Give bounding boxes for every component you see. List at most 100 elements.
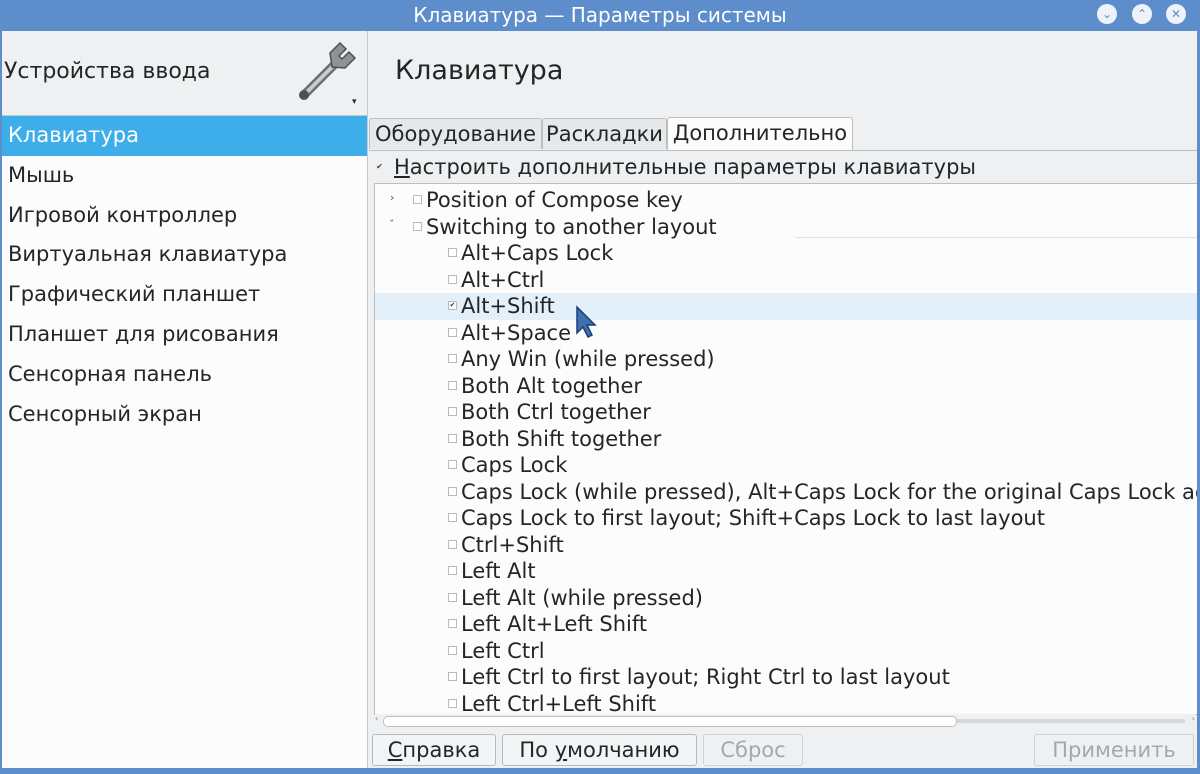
- option-checkbox[interactable]: [448, 566, 457, 575]
- tree-option-row[interactable]: Left Ctrl to first layout; Right Ctrl to…: [375, 664, 1197, 691]
- option-checkbox[interactable]: [448, 698, 457, 708]
- sidebar-item[interactable]: Игровой контроллер: [0, 196, 367, 236]
- option-label: Left Ctrl+Left Shift: [461, 691, 657, 715]
- configure-label: Настроить дополнительные параметры клави…: [394, 155, 976, 179]
- scroll-left-icon[interactable]: ‹: [375, 714, 378, 723]
- option-label: Left Ctrl: [461, 638, 545, 663]
- configure-checkbox[interactable]: ✔: [374, 161, 385, 172]
- option-label: Caps Lock to first layout; Shift+Caps Lo…: [461, 506, 1045, 530]
- defaults-button[interactable]: По умолчанию: [502, 734, 697, 766]
- group-checkbox[interactable]: [413, 195, 422, 204]
- expand-arrow-icon[interactable]: ›: [390, 191, 394, 204]
- option-label: Alt+Shift: [461, 294, 555, 318]
- reset-button[interactable]: Сброс: [703, 734, 803, 766]
- option-checkbox[interactable]: [448, 460, 457, 469]
- option-checkbox[interactable]: [448, 619, 457, 628]
- window-frame-bottom: [0, 768, 1200, 774]
- page-title: Клавиатура: [395, 55, 564, 86]
- tree-option-row[interactable]: Any Win (while pressed): [375, 346, 1197, 373]
- chevron-down-icon: ⌄: [1101, 7, 1113, 21]
- group-checkbox[interactable]: [413, 221, 422, 231]
- tab-layouts[interactable]: Раскладки: [542, 118, 667, 149]
- option-label: Both Shift together: [461, 426, 662, 451]
- tree-group-label: Switching to another layout: [426, 214, 717, 239]
- option-label: Caps Lock: [461, 453, 568, 477]
- option-checkbox[interactable]: [448, 433, 457, 443]
- tree-option-row[interactable]: Both Shift together: [375, 426, 1197, 453]
- mouse-pointer-icon: [576, 305, 597, 339]
- apply-button[interactable]: Применить: [1034, 734, 1194, 766]
- sidebar-item[interactable]: Сенсорная панель: [0, 355, 367, 395]
- tree-option-row[interactable]: Alt+Space: [375, 320, 1197, 347]
- tree-option-row[interactable]: Caps Lock to first layout; Shift+Caps Lo…: [375, 505, 1197, 532]
- help-mnemonic: С: [387, 738, 403, 762]
- title-bar[interactable]: Клавиатура — Параметры системы ⌄ ⌃ ✕: [0, 0, 1200, 31]
- tree-option-row[interactable]: Alt+Caps Lock: [375, 240, 1197, 267]
- tree-group-label: Position of Compose key: [426, 188, 683, 212]
- option-checkbox[interactable]: ✔: [448, 301, 457, 310]
- close-icon: ✕: [1170, 7, 1182, 21]
- help-label: правка: [402, 738, 481, 762]
- option-checkbox[interactable]: [448, 274, 457, 284]
- option-checkbox[interactable]: [448, 672, 457, 681]
- tree-option-row[interactable]: Ctrl+Shift: [375, 532, 1197, 559]
- scroll-right-icon[interactable]: ›: [1192, 714, 1195, 723]
- defaults-label-pre: По: [519, 738, 555, 762]
- help-button[interactable]: Справка: [372, 734, 496, 766]
- tree-option-row[interactable]: Alt+Ctrl: [375, 267, 1197, 294]
- option-label: Both Ctrl together: [461, 400, 651, 424]
- sidebar-item[interactable]: Виртуальная клавиатура: [0, 235, 367, 275]
- scroll-thumb[interactable]: [383, 716, 957, 727]
- tree-option-row[interactable]: Both Ctrl together: [375, 399, 1197, 426]
- option-label: Left Alt: [461, 559, 536, 583]
- option-checkbox[interactable]: [448, 327, 457, 337]
- defaults-mnemonic: у: [554, 738, 568, 762]
- tree-option-row[interactable]: Left Alt: [375, 558, 1197, 585]
- option-checkbox[interactable]: [448, 486, 457, 496]
- option-label: Any Win (while pressed): [461, 347, 715, 371]
- tree-option-row[interactable]: Both Alt together: [375, 373, 1197, 400]
- tree-group-compose[interactable]: › Position of Compose key: [375, 187, 1197, 214]
- option-checkbox[interactable]: [448, 539, 457, 549]
- options-tree[interactable]: › Position of Compose key ˇ Switching to…: [374, 183, 1198, 715]
- tree-option-row[interactable]: Caps Lock (while pressed), Alt+Caps Lock…: [375, 479, 1197, 506]
- tab-advanced[interactable]: Дополнительно: [667, 117, 853, 150]
- tab-hardware[interactable]: Оборудование: [369, 118, 542, 149]
- sidebar-item[interactable]: Планшет для рисования: [0, 315, 367, 355]
- sidebar-item[interactable]: Графический планшет: [0, 275, 367, 315]
- tree-option-row[interactable]: ✔ Alt+Shift: [375, 293, 1197, 320]
- sidebar-header-label: Устройства ввода: [4, 59, 211, 84]
- dropdown-arrow-icon: ▾: [352, 97, 357, 107]
- maximize-button[interactable]: ⌃: [1132, 4, 1152, 24]
- sidebar-item[interactable]: Мышь: [0, 156, 367, 196]
- option-label: Ctrl+Shift: [461, 532, 564, 557]
- tree-option-row[interactable]: Left Ctrl+Left Shift: [375, 691, 1197, 715]
- option-label: Left Ctrl to first layout; Right Ctrl to…: [461, 665, 950, 689]
- horizontal-scrollbar[interactable]: ‹ ›: [375, 714, 1195, 728]
- collapse-arrow-icon[interactable]: ˇ: [389, 218, 395, 231]
- configure-label-rest: астроить дополнительные параметры клавиа…: [409, 155, 976, 179]
- option-checkbox[interactable]: [448, 354, 457, 363]
- option-label: Left Alt+Left Shift: [461, 612, 648, 636]
- window-frame-left: [0, 31, 2, 774]
- sidebar-item[interactable]: Клавиатура: [0, 116, 367, 156]
- option-checkbox[interactable]: [448, 645, 457, 655]
- minimize-button[interactable]: ⌄: [1097, 4, 1117, 24]
- tree-option-row[interactable]: Left Alt (while pressed): [375, 585, 1197, 612]
- option-label: Both Alt together: [461, 373, 643, 398]
- sidebar-item[interactable]: Сенсорный экран: [0, 395, 367, 435]
- option-label: Caps Lock (while pressed), Alt+Caps Lock…: [461, 479, 1198, 504]
- option-checkbox[interactable]: [448, 513, 457, 522]
- tree-option-row[interactable]: Left Ctrl: [375, 638, 1197, 665]
- sidebar-list: Клавиатура Мышь Игровой контроллер Виртуаль…: [0, 116, 367, 434]
- option-checkbox[interactable]: [448, 592, 457, 602]
- option-label: Alt+Ctrl: [461, 267, 545, 292]
- tree-option-row[interactable]: Caps Lock: [375, 452, 1197, 479]
- tree-separator: [795, 237, 1197, 238]
- option-checkbox[interactable]: [448, 248, 457, 257]
- option-checkbox[interactable]: [448, 380, 457, 390]
- option-checkbox[interactable]: [448, 407, 457, 416]
- tree-option-row[interactable]: Left Alt+Left Shift: [375, 611, 1197, 638]
- sidebar-header[interactable]: Устройства ввода ▾: [0, 31, 367, 116]
- close-button[interactable]: ✕: [1166, 4, 1186, 24]
